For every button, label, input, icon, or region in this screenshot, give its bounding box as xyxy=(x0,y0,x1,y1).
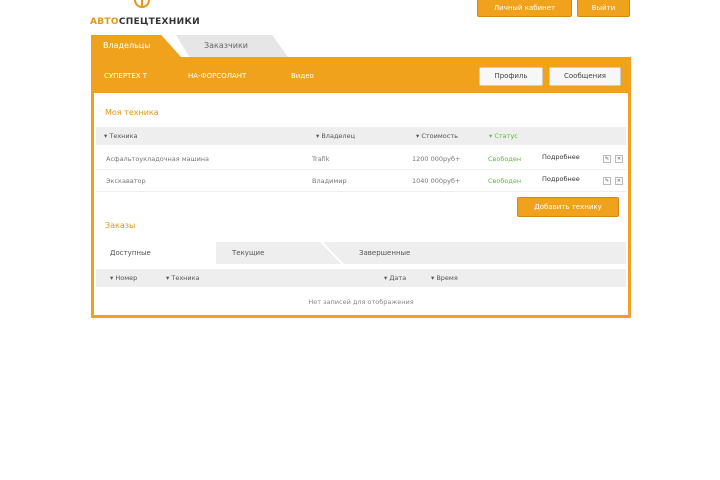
orders-empty-message: Нет записей для отображения xyxy=(308,298,414,306)
col-owner-label: Владелец xyxy=(321,132,356,140)
tab-completed-orders[interactable]: Завершенные xyxy=(359,242,410,264)
panel-header-bar: СУПЕРТЕХ Т НА-ФОРСОЛАНТ Видео Профиль Со… xyxy=(94,60,628,93)
edit-icon[interactable]: ✎ xyxy=(603,155,611,163)
col-price-label: Стоимость xyxy=(421,132,458,140)
col-order-time-label: Время xyxy=(436,274,458,282)
nav-link-video[interactable]: Видео xyxy=(291,72,314,80)
col-order-number[interactable]: ▾ Номер xyxy=(110,274,137,282)
row-equipment-name: Экскаватор xyxy=(106,177,146,185)
col-equipment[interactable]: ▾ Техника xyxy=(104,132,138,140)
col-status[interactable]: ▾ Статус xyxy=(489,132,518,140)
account-button[interactable]: Личный кабинет xyxy=(477,0,572,17)
table-row: Асфальтоукладочная машина Trafik 1200 00… xyxy=(96,148,626,170)
col-order-date-label: Дата xyxy=(389,274,407,282)
row-equipment-name: Асфальтоукладочная машина xyxy=(106,155,210,163)
main-panel: СУПЕРТЕХ Т НА-ФОРСОЛАНТ Видео Профиль Со… xyxy=(91,57,631,318)
logo-text-accent: АВТО xyxy=(90,17,119,27)
row-status: Свободен xyxy=(488,155,522,163)
row-price: 1200 000руб+ xyxy=(412,155,461,163)
tab-customers[interactable]: Заказчики xyxy=(176,35,288,57)
logo-text-main: СПЕЦТЕХНИКИ xyxy=(118,17,200,27)
col-equipment-label: Техника xyxy=(109,132,138,140)
details-link[interactable]: Подробнее xyxy=(542,175,580,183)
col-price[interactable]: ▾ Стоимость xyxy=(416,132,458,140)
logout-button[interactable]: Выйти xyxy=(577,0,630,17)
col-order-number-label: Номер xyxy=(115,274,138,282)
col-status-label: Статус xyxy=(494,132,518,140)
messages-button[interactable]: Сообщения xyxy=(549,67,621,86)
col-order-equipment[interactable]: ▾ Техника xyxy=(166,274,200,282)
nav-link-1[interactable]: СУПЕРТЕХ Т xyxy=(104,72,147,80)
site-logo[interactable]: АВТОСПЕЦТЕХНИКИ xyxy=(90,0,220,30)
add-equipment-button[interactable]: Добавить технику xyxy=(517,197,619,217)
edit-icon[interactable]: ✎ xyxy=(603,177,611,185)
col-order-time[interactable]: ▾ Время xyxy=(431,274,458,282)
nav-link-2[interactable]: НА-ФОРСОЛАНТ xyxy=(188,72,246,80)
col-order-date[interactable]: ▾ Дата xyxy=(384,274,406,282)
row-owner: Владимир xyxy=(312,177,347,185)
logo-emblem-icon xyxy=(134,0,150,8)
logo-text: АВТОСПЕЦТЕХНИКИ xyxy=(90,17,200,27)
row-owner: Trafik xyxy=(312,155,330,163)
orders-section-title: Заказы xyxy=(105,221,136,230)
equipment-table-header: ▾ Техника ▾ Владелец ▾ Стоимость ▾ Стату… xyxy=(96,127,626,145)
tab-current-orders[interactable]: Текущие xyxy=(232,242,264,264)
row-status: Свободен xyxy=(488,177,522,185)
tab-owners[interactable]: Владельцы xyxy=(91,35,181,57)
orders-table-header: ▾ Номер ▾ Техника ▾ Дата ▾ Время xyxy=(96,269,626,287)
delete-icon[interactable]: ✕ xyxy=(615,155,623,163)
table-row: Экскаватор Владимир 1040 000руб+ Свободе… xyxy=(96,170,626,192)
equipment-section-title: Моя техника xyxy=(105,108,159,117)
col-order-equipment-label: Техника xyxy=(171,274,200,282)
details-link[interactable]: Подробнее xyxy=(542,153,580,161)
col-owner[interactable]: ▾ Владелец xyxy=(316,132,355,140)
row-price: 1040 000руб+ xyxy=(412,177,461,185)
profile-button[interactable]: Профиль xyxy=(479,67,543,86)
delete-icon[interactable]: ✕ xyxy=(615,177,623,185)
